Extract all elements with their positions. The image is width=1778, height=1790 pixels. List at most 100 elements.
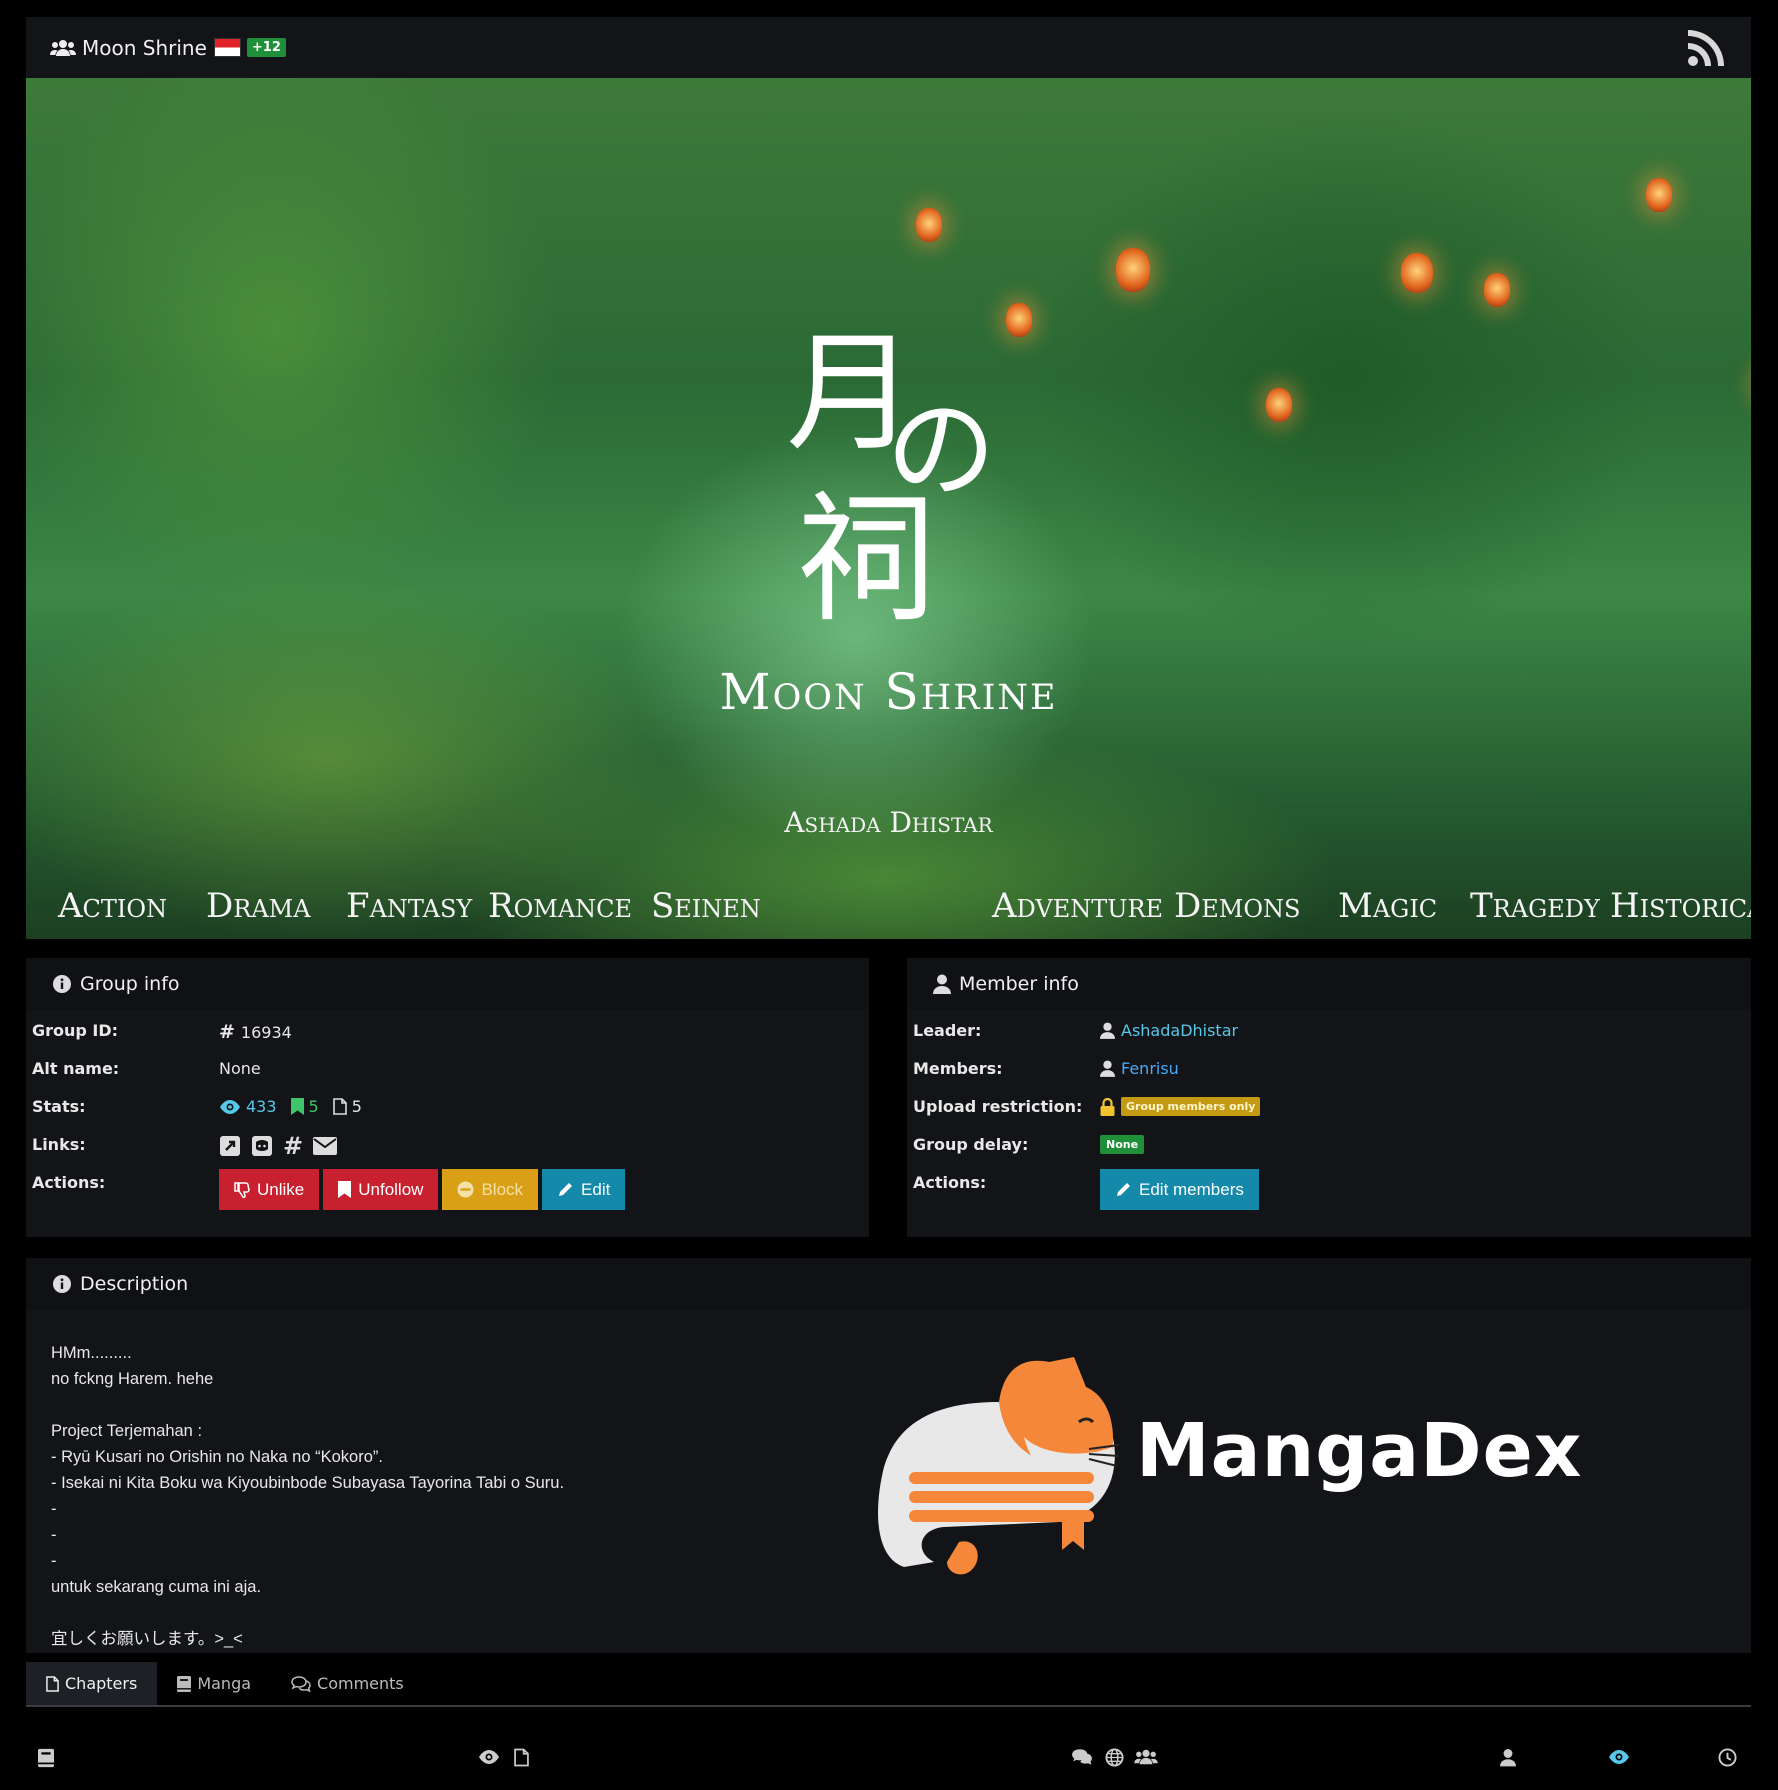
stats-label: Stats:	[32, 1097, 86, 1116]
group-tabs: Chapters Manga Comments	[26, 1662, 1751, 1707]
block-button[interactable]: Block	[442, 1169, 539, 1210]
alt-name-label: Alt name:	[32, 1059, 120, 1078]
genre-label: Fantasy	[346, 886, 473, 926]
globe-icon	[1105, 1748, 1124, 1767]
genre-label: Magic	[1338, 886, 1438, 926]
thumbs-down-icon	[234, 1181, 250, 1198]
discord-icon[interactable]	[251, 1135, 273, 1157]
user-icon	[1100, 1060, 1115, 1077]
chapters-count: 5	[351, 1097, 362, 1116]
group-id-label: Group ID:	[32, 1021, 119, 1040]
group-delay-label: Group delay:	[913, 1135, 1029, 1154]
mangadex-cat-logo	[878, 1357, 1120, 1575]
upload-restriction-badge: Group members only	[1121, 1097, 1261, 1116]
external-link-icon[interactable]	[219, 1135, 241, 1157]
member-info-panel: Member info Leader: AshadaDhistar Member…	[907, 958, 1751, 1237]
member-info-title: Member info	[959, 973, 1079, 995]
genre-label: Historical	[1610, 886, 1751, 926]
group-title-bar: Moon Shrine +12	[26, 17, 1751, 78]
lantern-decoration	[916, 208, 942, 242]
banner-title: Moon Shrine	[719, 663, 1058, 721]
file-icon	[514, 1748, 529, 1767]
upload-restriction-label: Upload restriction:	[913, 1097, 1083, 1116]
irc-hash-icon[interactable]: #	[283, 1134, 303, 1158]
lantern-decoration	[1116, 248, 1150, 292]
clock-icon	[1718, 1748, 1737, 1767]
views-stat: 433	[219, 1097, 277, 1116]
views-count: 433	[246, 1097, 277, 1116]
eye-icon	[1609, 1750, 1629, 1764]
pencil-icon	[559, 1183, 573, 1196]
banner-author: Ashada Dhistar	[784, 806, 993, 839]
member-actions-label: Actions:	[913, 1173, 987, 1192]
group-info-title: Group info	[80, 973, 180, 995]
info-icon	[53, 975, 71, 993]
file-icon	[46, 1675, 59, 1692]
group-info-panel: Group info Group ID: # 16934 Alt name: N…	[26, 958, 869, 1237]
links-label: Links:	[32, 1135, 86, 1154]
follows-count: 5	[308, 1097, 319, 1116]
unlike-button[interactable]: Unlike	[219, 1169, 320, 1210]
unfollow-button[interactable]: Unfollow	[323, 1169, 439, 1210]
lock-icon	[1100, 1097, 1115, 1116]
genre-label: Drama	[206, 886, 311, 926]
rss-icon[interactable]	[1687, 29, 1725, 67]
bookmark-icon	[290, 1098, 304, 1115]
lantern-decoration	[1266, 388, 1292, 422]
leader-link[interactable]: AshadaDhistar	[1121, 1021, 1238, 1040]
info-icon	[53, 1275, 71, 1293]
group-info-header: Group info	[26, 958, 869, 1010]
member-info-header: Member info	[907, 958, 1751, 1010]
book-icon	[38, 1748, 54, 1768]
svg-text:祠: 祠	[796, 479, 936, 642]
edit-group-button[interactable]: Edit	[542, 1169, 626, 1210]
book-icon	[177, 1675, 192, 1692]
chapters-stat: 5	[332, 1097, 362, 1116]
genre-label: Action	[58, 886, 168, 926]
genre-label: Seinen	[651, 886, 761, 926]
chapter-list-header	[26, 1748, 1751, 1776]
file-icon	[332, 1098, 347, 1115]
alt-name-value: None	[219, 1059, 261, 1078]
mangadex-logo-text: MangaDex	[1136, 1408, 1583, 1494]
genre-label: Adventure	[992, 886, 1164, 926]
eye-icon	[220, 1099, 240, 1114]
tab-chapters[interactable]: Chapters	[26, 1662, 158, 1705]
genre-label: Tragedy	[1470, 886, 1600, 926]
description-title: Description	[80, 1273, 189, 1295]
language-flag-icon	[213, 38, 241, 57]
user-icon	[1100, 1022, 1115, 1039]
group-delay-badge: None	[1100, 1135, 1145, 1154]
hash-icon: #	[219, 1021, 235, 1043]
extra-languages-badge[interactable]: +12	[246, 38, 286, 57]
group-banner: 月 の 祠 Moon Shrine Ashada Dhistar Action …	[26, 78, 1751, 939]
ban-icon	[457, 1181, 474, 1198]
users-icon	[1134, 1749, 1158, 1765]
member-link[interactable]: Fenrisu	[1121, 1059, 1179, 1078]
lantern-decoration	[1401, 253, 1433, 293]
tab-manga[interactable]: Manga	[157, 1662, 271, 1705]
group-id-value: 16934	[240, 1022, 292, 1042]
lantern-decoration	[1484, 273, 1510, 307]
group-actions-label: Actions:	[32, 1173, 106, 1192]
leader-label: Leader:	[913, 1021, 982, 1040]
moon-shrine-logo: 月 の 祠	[786, 275, 1039, 658]
bookmark-icon	[338, 1181, 352, 1198]
email-icon[interactable]	[313, 1137, 338, 1155]
eye-icon	[479, 1750, 499, 1764]
users-icon	[50, 39, 76, 56]
comments-icon	[1072, 1749, 1092, 1765]
members-label: Members:	[913, 1059, 1003, 1078]
lantern-decoration	[1646, 178, 1672, 212]
genre-label: Demons	[1174, 886, 1301, 926]
group-title: Moon Shrine	[82, 35, 207, 60]
follows-stat: 5	[290, 1097, 319, 1116]
description-text: HMm......... no fckng Harem. hehe Projec…	[51, 1344, 565, 1648]
user-icon	[1500, 1749, 1516, 1767]
description-header: Description	[26, 1258, 1751, 1310]
comments-icon	[291, 1675, 311, 1692]
user-icon	[933, 974, 951, 994]
pencil-icon	[1117, 1183, 1130, 1196]
tab-comments[interactable]: Comments	[271, 1662, 424, 1705]
edit-members-button[interactable]: Edit members	[1100, 1169, 1259, 1210]
